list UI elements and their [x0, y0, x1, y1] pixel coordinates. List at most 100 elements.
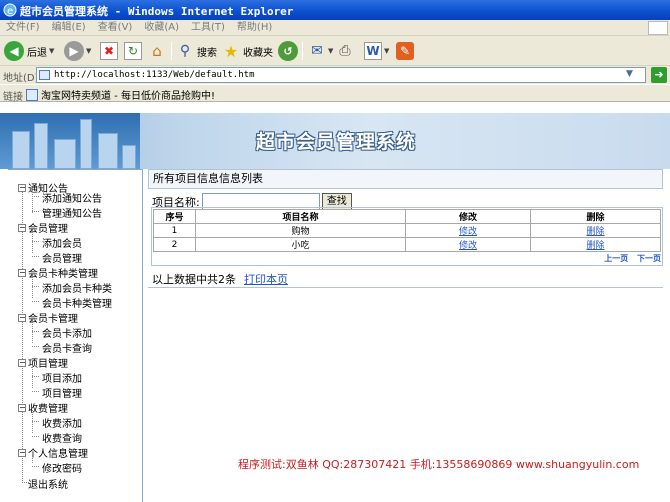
links-label: 链接	[3, 92, 23, 103]
delete-link[interactable]: 删除	[586, 241, 604, 251]
address-input[interactable]: http://localhost:1133/Web/default.htm	[36, 67, 646, 83]
history-icon: ↺	[278, 41, 298, 61]
links-item[interactable]: 淘宝网特卖频道 - 每日低价商品抢购中!	[26, 87, 215, 102]
favorites-label: 收藏夹	[243, 47, 273, 59]
edit-button[interactable]: W ▼	[364, 40, 389, 62]
back-dropdown-icon[interactable]: ▼	[49, 47, 54, 55]
system-title: 超市会员管理系统	[256, 131, 417, 153]
cell-edit: 修改	[405, 223, 531, 238]
sidebar-item-add-card[interactable]: 会员卡添加	[42, 325, 92, 340]
forward-dropdown-icon[interactable]: ▼	[86, 47, 91, 55]
search-label: 搜索	[197, 47, 217, 59]
mail-icon: ✉	[311, 43, 323, 59]
sidebar-item-query-card[interactable]: 会员卡查询	[42, 340, 92, 355]
column-header: 删除	[530, 209, 661, 224]
research-button[interactable]: ✎	[396, 40, 414, 62]
cell-name: 小吃	[195, 237, 406, 252]
cell-name: 购物	[195, 223, 406, 238]
sidebar-item-add-notice[interactable]: 添加通知公告	[42, 190, 102, 205]
panel-title: 所有项目信息信息列表	[148, 169, 663, 189]
sidebar-item-manage-member[interactable]: 会员管理	[42, 250, 82, 265]
edit-link[interactable]: 修改	[459, 241, 477, 251]
links-item-label: 淘宝网特卖频道 - 每日低价商品抢购中!	[41, 91, 215, 102]
back-arrow-icon: ◀	[4, 41, 24, 61]
tree-group-cards[interactable]: − 会员卡管理	[18, 310, 78, 325]
delete-link[interactable]: 删除	[586, 227, 604, 237]
favorites-star-icon: ★	[223, 41, 239, 61]
research-icon: ✎	[396, 42, 414, 60]
sidebar-item-add-charge[interactable]: 收费添加	[42, 415, 82, 430]
collapse-icon[interactable]: −	[18, 358, 26, 367]
sidebar-item-add-card-type[interactable]: 添加会员卡种类	[42, 280, 112, 295]
word-edit-icon: W	[364, 42, 382, 60]
print-page-link[interactable]: 打印本页	[244, 271, 288, 287]
go-button[interactable]: ➜	[651, 67, 667, 83]
collapse-icon[interactable]: −	[18, 403, 26, 412]
mail-dropdown-icon[interactable]: ▼	[328, 47, 333, 55]
stop-icon: ✖	[100, 42, 118, 60]
edit-link[interactable]: 修改	[459, 227, 477, 237]
printer-icon: ⎙	[339, 43, 351, 59]
menu-help[interactable]: 帮助(H)	[231, 20, 278, 36]
address-label: 地址(D)	[3, 73, 39, 84]
sidebar-item-add-member[interactable]: 添加会员	[42, 235, 82, 250]
table-row: 2 小吃 修改 删除	[153, 237, 661, 252]
sidebar-item-manage-notice[interactable]: 管理通知公告	[42, 205, 102, 220]
link-page-icon	[26, 88, 38, 101]
menu-bar: 文件(F) 编辑(E) 查看(V) 收藏(A) 工具(T) 帮助(H)	[0, 20, 670, 36]
toolbar-separator	[171, 42, 172, 60]
menu-file[interactable]: 文件(F)	[0, 20, 46, 36]
forward-arrow-icon: ▶	[64, 41, 84, 61]
mail-button[interactable]: ✉ ▼	[308, 40, 333, 62]
menu-edit[interactable]: 编辑(E)	[46, 20, 92, 36]
history-button[interactable]: ↺	[278, 40, 298, 62]
sidebar-item-logout[interactable]: 退出系统	[28, 476, 68, 491]
sidebar-item-change-password[interactable]: 修改密码	[42, 460, 82, 475]
collapse-icon[interactable]: −	[18, 223, 26, 232]
menu-favorites[interactable]: 收藏(A)	[138, 20, 185, 36]
pager: 上一页 下一页	[598, 253, 661, 264]
sidebar-item-query-charge[interactable]: 收费查询	[42, 430, 82, 445]
tree-group-charges[interactable]: − 收费管理	[18, 400, 68, 415]
menu-view[interactable]: 查看(V)	[92, 20, 139, 36]
prev-page-link[interactable]: 上一页	[604, 254, 628, 263]
table-header-row: 序号 项目名称 修改 删除	[153, 209, 661, 224]
tree-group-projects[interactable]: − 项目管理	[18, 355, 68, 370]
collapse-icon[interactable]: −	[18, 313, 26, 322]
address-dropdown-icon[interactable]: ▼	[626, 69, 633, 79]
tree-group-profile[interactable]: − 个人信息管理	[18, 445, 88, 460]
footer-credit: 程序测试:双鱼林 QQ:287307421 手机:13558690869 www…	[238, 458, 640, 471]
refresh-icon: ↻	[124, 42, 142, 60]
sidebar-item-manage-card-type[interactable]: 会员卡种类管理	[42, 295, 112, 310]
back-label: 后退	[27, 47, 47, 59]
sidebar-item-add-project[interactable]: 项目添加	[42, 370, 82, 385]
tree-group-card-types[interactable]: − 会员卡种类管理	[18, 265, 98, 280]
tree-group-members[interactable]: − 会员管理	[18, 220, 68, 235]
summary-row: 以上数据中共2条 打印本页	[152, 271, 288, 287]
cell-no: 2	[153, 237, 196, 252]
refresh-button[interactable]: ↻	[124, 40, 142, 62]
header-banner: 超市会员管理系统	[0, 113, 670, 169]
menu-tools[interactable]: 工具(T)	[185, 20, 231, 36]
page-content: 超市会员管理系统 − 通知公告 添加通知公告 管理通知公告 − 会员管理 添加会…	[0, 103, 670, 502]
print-button[interactable]: ⎙	[336, 40, 354, 62]
home-button[interactable]: ⌂	[148, 40, 166, 62]
collapse-icon[interactable]: −	[18, 268, 26, 277]
search-button[interactable]: ⚲ 搜索	[176, 40, 217, 62]
edit-dropdown-icon[interactable]: ▼	[384, 47, 389, 55]
search-icon: ⚲	[179, 43, 191, 59]
sidebar-item-manage-project[interactable]: 项目管理	[42, 385, 82, 400]
favorites-button[interactable]: ★ 收藏夹	[222, 40, 273, 62]
cell-edit: 修改	[405, 237, 531, 252]
ie-logo-icon: e	[3, 3, 17, 17]
cell-no: 1	[153, 223, 196, 238]
city-skyline-image	[0, 113, 140, 169]
back-button[interactable]: ◀ 后退 ▼	[4, 40, 54, 62]
main-panel: 所有项目信息信息列表 项目名称: 查找 序号 项目名称 修改 删除 1 购物 修…	[148, 169, 663, 289]
collapse-icon[interactable]: −	[18, 448, 26, 457]
forward-button[interactable]: ▶ ▼	[64, 40, 91, 62]
collapse-icon[interactable]: −	[18, 183, 26, 192]
next-page-link[interactable]: 下一页	[637, 254, 661, 263]
window-titlebar: e 超市会员管理系统 - Windows Internet Explorer	[0, 0, 670, 20]
stop-button[interactable]: ✖	[100, 40, 118, 62]
